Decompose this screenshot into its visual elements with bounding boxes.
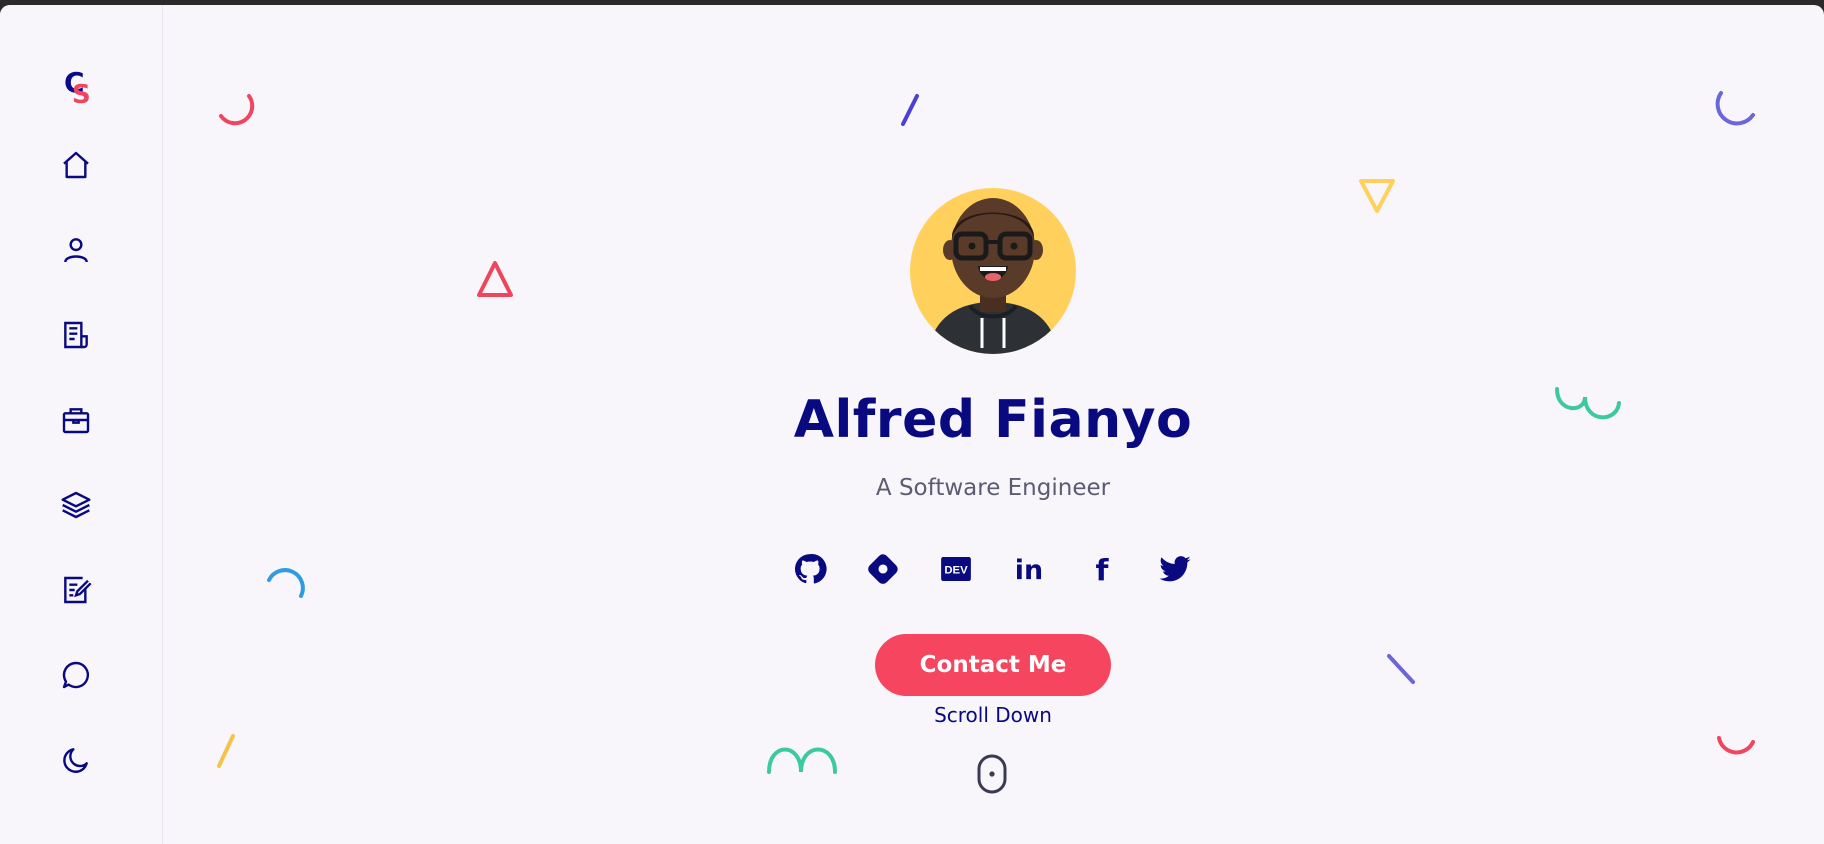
- sidebar: C S: [0, 5, 163, 844]
- dev-icon: DEV: [941, 556, 971, 582]
- logo-letter-s: S: [72, 80, 91, 110]
- sidebar-item-blog[interactable]: [56, 570, 96, 610]
- resume-icon: [64, 321, 88, 349]
- profile-role: A Software Engineer: [875, 475, 1111, 501]
- linkedin-icon: in: [1015, 555, 1043, 586]
- twitter-link[interactable]: [1155, 549, 1195, 589]
- decor-arc-purple: [1715, 91, 1755, 126]
- sidebar-item-work[interactable]: [56, 400, 96, 440]
- dev-link[interactable]: DEV: [936, 549, 976, 589]
- user-icon: [64, 238, 88, 263]
- site-logo[interactable]: C S: [60, 67, 94, 111]
- chat-icon: [62, 661, 90, 689]
- theme-toggle[interactable]: [56, 740, 96, 780]
- sidebar-item-resume[interactable]: [56, 315, 96, 355]
- decor-line-yellow: [217, 734, 235, 768]
- decor-line-indigo: [901, 94, 919, 126]
- home-icon: [63, 151, 89, 179]
- layers-icon: [61, 491, 91, 519]
- moon-icon: [63, 748, 88, 773]
- decor-arc-blue: [267, 568, 305, 598]
- hashnode-link[interactable]: [863, 549, 903, 589]
- edit-note-icon: [64, 576, 92, 604]
- svg-text:f: f: [1096, 553, 1110, 586]
- sidebar-item-projects[interactable]: [56, 485, 96, 525]
- social-links: DEV in f: [790, 549, 1200, 589]
- profile-name: Alfred Fianyo: [793, 390, 1193, 450]
- briefcase-icon: [62, 408, 90, 434]
- github-link[interactable]: [790, 549, 830, 589]
- facebook-link[interactable]: f: [1082, 549, 1122, 589]
- scroll-down-link[interactable]: Scroll Down: [893, 703, 1093, 727]
- decor-arc-red: [219, 94, 255, 126]
- decor-arc-red-bottom: [1717, 736, 1755, 755]
- contact-me-button[interactable]: Contact Me: [875, 634, 1111, 696]
- svg-text:DEV: DEV: [944, 565, 968, 577]
- sidebar-item-about[interactable]: [56, 230, 96, 270]
- svg-text:in: in: [1015, 555, 1043, 586]
- browser-window: C S Alfred Fianyo A Software Engineer DE…: [0, 5, 1824, 844]
- hashnode-icon: [868, 554, 898, 584]
- decor-squiggle-green: [1555, 387, 1621, 420]
- linkedin-link[interactable]: in: [1009, 549, 1049, 589]
- decor-line-purple: [1387, 654, 1415, 684]
- decor-squiggle-teal: [767, 747, 837, 774]
- decor-triangle-yellow: [1359, 179, 1395, 213]
- github-icon: [794, 554, 827, 584]
- sidebar-item-home[interactable]: [56, 145, 96, 185]
- facebook-icon: f: [1096, 553, 1110, 586]
- twitter-icon: [1159, 556, 1191, 582]
- mouse-scroll-icon[interactable]: [976, 753, 1008, 795]
- profile-avatar: [910, 188, 1076, 354]
- decor-triangle-red: [477, 261, 513, 297]
- sidebar-item-contact[interactable]: [56, 655, 96, 695]
